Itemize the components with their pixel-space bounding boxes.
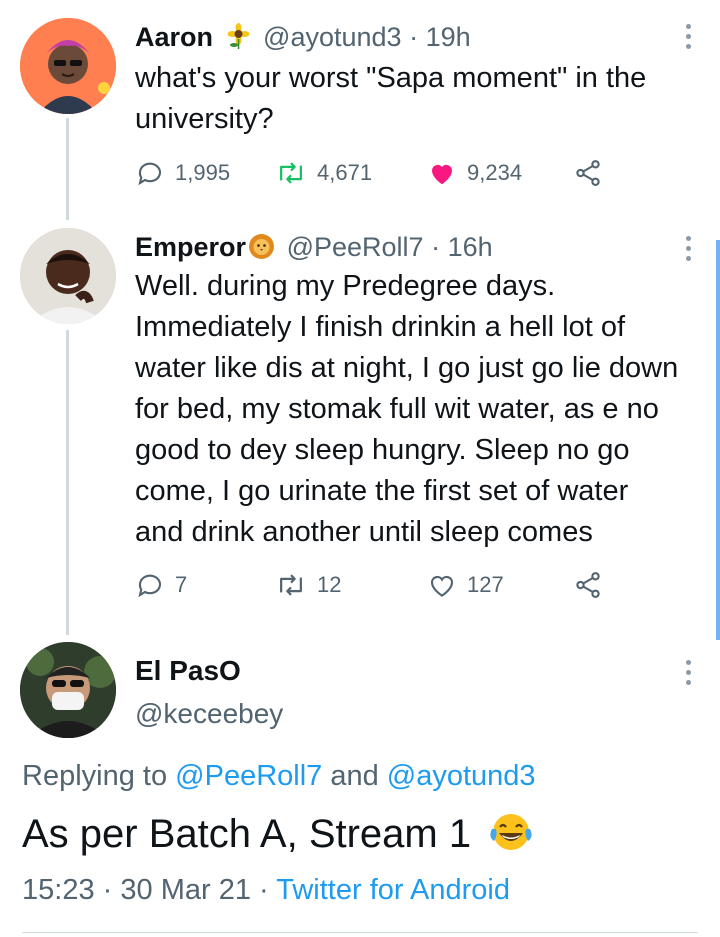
more-options-icon[interactable]: [686, 24, 692, 49]
tweet-meta: 15:23 · 30 Mar 21 · Twitter for Android: [22, 874, 510, 907]
tweet-time: 15:23: [22, 874, 95, 906]
tweet[interactable]: Emperor @PeeRoll7 · 16h Well. during my …: [0, 220, 720, 640]
separator: ·: [259, 874, 269, 906]
reply-button[interactable]: 7: [135, 570, 187, 600]
tweet-text-line: what's your worst "Sapa moment" in the: [135, 62, 647, 94]
avatar-illustration: [20, 18, 116, 114]
tweet-header: Aaron @ayotund3 · 19h: [135, 22, 471, 53]
tweet-text-line: water like dis at night, I go just go li…: [135, 352, 679, 384]
display-name[interactable]: Emperor: [135, 232, 246, 262]
retweet-count: 4,671: [317, 160, 373, 185]
separator: ·: [431, 232, 441, 262]
tweet-text-line: Well. during my Predegree days.: [135, 270, 556, 302]
share-icon: [576, 572, 600, 598]
face-with-tears-of-joy-icon: [488, 811, 534, 863]
replying-to: Replying to @PeeRoll7 and @ayotund3: [22, 760, 536, 793]
tweet-text-line: and drink another until sleep comes: [135, 516, 593, 548]
reply-button[interactable]: 1,995: [135, 158, 230, 188]
tweet-text-line: come, I go urinate the first set of wate…: [135, 475, 629, 507]
timestamp[interactable]: 19h: [426, 22, 471, 52]
avatar[interactable]: [20, 228, 116, 324]
tweet-header: Emperor @PeeRoll7 · 16h: [135, 232, 493, 263]
separator: ·: [409, 22, 419, 52]
tweet-text-line: university?: [135, 103, 274, 135]
handle[interactable]: @ayotund3: [263, 22, 402, 52]
more-options-icon[interactable]: [686, 236, 692, 261]
avatar[interactable]: [20, 642, 116, 738]
tweet-text: what's your worst "Sapa moment" in the u…: [135, 58, 646, 140]
avatar-photo: [20, 228, 116, 324]
heart-outline-icon: [430, 575, 454, 597]
share-button[interactable]: [573, 570, 603, 600]
reply-icon: [138, 162, 162, 186]
timestamp[interactable]: 16h: [448, 232, 493, 262]
divider: [22, 932, 698, 933]
lion-icon: [248, 233, 275, 260]
mention-link[interactable]: @ayotund3: [387, 760, 536, 792]
tweet-date: 30 Mar 21: [120, 874, 251, 906]
share-button[interactable]: [573, 158, 603, 188]
reply-icon: [138, 574, 162, 598]
like-count: 9,234: [467, 160, 523, 185]
replying-prefix: Replying to: [22, 760, 168, 792]
handle[interactable]: @PeeRoll7: [287, 232, 424, 262]
more-options-icon[interactable]: [686, 660, 692, 685]
like-count: 127: [467, 572, 504, 597]
reply-count: 1,995: [175, 160, 231, 185]
mention-link[interactable]: @PeeRoll7: [175, 760, 322, 792]
like-button[interactable]: 127: [427, 570, 504, 600]
tweet-text-line: for bed, my stomak full wit water, as e …: [135, 393, 659, 425]
retweet-icon: [280, 574, 302, 596]
handle[interactable]: @keceebey: [135, 698, 283, 730]
reply-count: 7: [175, 572, 188, 597]
tweet-text: Well. during my Predegree days. Immediat…: [135, 266, 678, 553]
retweet-button[interactable]: 12: [275, 570, 341, 600]
tweet-actions: 7 12 127: [135, 570, 625, 604]
display-name[interactable]: El PasO: [135, 655, 241, 687]
tweet-text: As per Batch A, Stream 1: [22, 811, 534, 863]
replying-join: and: [330, 760, 379, 792]
tweet-text-line: good to dey sleep hungry. Sleep no go: [135, 434, 630, 466]
display-name[interactable]: Aaron: [135, 22, 213, 52]
avatar-photo: [20, 642, 116, 738]
retweet-count: 12: [317, 572, 342, 597]
tweet-text-content: As per Batch A, Stream 1: [22, 812, 472, 856]
tweet-source-link[interactable]: Twitter for Android: [276, 874, 510, 906]
retweet-icon: [280, 162, 302, 184]
sunflower-icon: [225, 23, 252, 50]
share-icon: [576, 160, 600, 186]
like-button[interactable]: 9,234: [427, 158, 522, 188]
tweet-text-line: Immediately I finish drinkin a hell lot …: [135, 311, 625, 343]
heart-filled-icon: [432, 164, 452, 185]
separator: ·: [102, 874, 113, 906]
retweet-button[interactable]: 4,671: [275, 158, 372, 188]
avatar[interactable]: [20, 18, 116, 114]
tweet[interactable]: Aaron @ayotund3 · 19h what's your worst …: [0, 0, 720, 220]
tweet-actions: 1,995 4,671 9,234: [135, 158, 625, 192]
